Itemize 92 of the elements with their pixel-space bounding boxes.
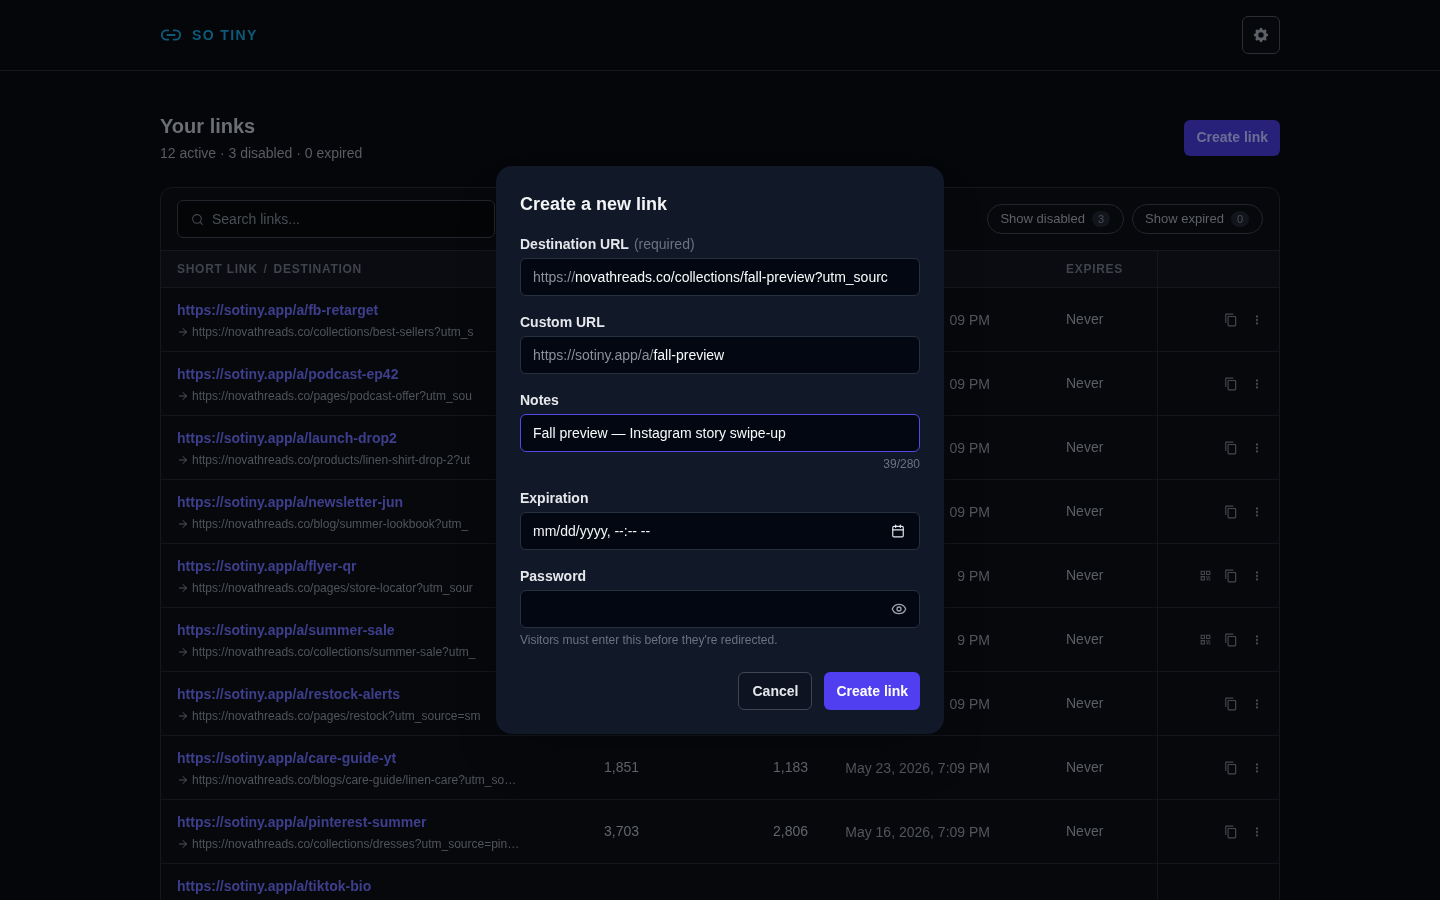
copy-icon[interactable] — [1224, 376, 1238, 391]
date-time-field[interactable]: mm/dd/yyyy, --:-- -- — [520, 512, 920, 550]
dialog-title: Create a new link — [520, 193, 668, 216]
brand-name[interactable]: SO TINY — [192, 24, 258, 46]
settings-button[interactable] — [1242, 16, 1280, 54]
copy-icon[interactable] — [1224, 824, 1238, 839]
expiry-value: Never — [1066, 630, 1104, 649]
copy-icon[interactable] — [1224, 504, 1238, 519]
short-link[interactable]: https://sotiny.app/a/care-guide-yt — [177, 748, 397, 768]
destination-url: https://novathreads.co/products/linen-shirt-drop-2?ut — [192, 452, 471, 468]
unique-count: 2,806 — [772, 822, 808, 841]
arrow-right-icon — [177, 518, 189, 530]
arrow-right-icon — [177, 390, 189, 402]
copy-icon[interactable] — [1224, 760, 1238, 775]
url-field[interactable]: https://sotiny.app/a/fall-preview — [520, 336, 920, 374]
copy-icon[interactable] — [1224, 632, 1238, 647]
required-note: (required) — [633, 235, 695, 254]
short-link[interactable]: https://sotiny.app/a/fb-retarget — [177, 300, 379, 320]
copy-icon[interactable] — [1224, 696, 1238, 711]
copy-icon[interactable] — [1224, 312, 1238, 327]
destination-url: https://novathreads.co/pages/store-locator?utm_sour — [192, 580, 473, 596]
count-badge: 3 — [1091, 211, 1111, 227]
expiry-value: Never — [1066, 566, 1104, 585]
created-date: 09 PM — [949, 375, 990, 392]
cancel-button[interactable]: Cancel — [738, 672, 813, 710]
copy-icon[interactable] — [1224, 568, 1238, 583]
created-date: 09 PM — [949, 503, 990, 520]
qr-code-icon[interactable] — [1199, 633, 1212, 646]
destination-url: https://novathreads.co/blogs/care-guide/linen-care?utm_so… — [192, 772, 517, 788]
submit-button[interactable]: Create link — [824, 672, 920, 710]
created-date: 9 PM — [957, 631, 990, 648]
qr-code-icon[interactable] — [1199, 569, 1212, 582]
short-link[interactable]: https://sotiny.app/a/tiktok-bio — [177, 876, 372, 896]
arrow-right-icon — [177, 646, 189, 658]
destination-url: https://novathreads.co/collections/summer-sale?utm_ — [192, 644, 476, 660]
arrow-right-icon — [177, 582, 189, 594]
copy-icon[interactable] — [1224, 440, 1238, 455]
destination-url: https://novathreads.co/collections/best-sellers?utm_s — [192, 324, 474, 340]
expiry-value: Never — [1066, 310, 1104, 329]
notes-field[interactable]: Fall preview — Instagram story swipe-up — [520, 414, 920, 452]
links-summary: 12 active · 3 disabled · 0 expired — [160, 144, 363, 163]
character-count: 39/280 — [883, 456, 920, 472]
short-link[interactable]: https://sotiny.app/a/restock-alerts — [177, 684, 400, 704]
password-field[interactable] — [520, 590, 920, 628]
created-date: 09 PM — [949, 695, 990, 712]
short-link[interactable]: https://sotiny.app/a/podcast-ep42 — [177, 364, 399, 384]
expiry-value: Never — [1066, 694, 1104, 713]
field-label: Notes — [520, 391, 559, 410]
created-date: May 23, 2026, 7:09 PM — [845, 759, 990, 776]
search-icon — [191, 212, 204, 226]
destination-url: https://novathreads.co/pages/restock?utm_source=sm — [192, 708, 481, 724]
arrow-right-icon — [177, 838, 189, 850]
short-link[interactable]: https://sotiny.app/a/pinterest-summer — [177, 812, 427, 832]
header-separator: / — [263, 261, 268, 278]
arrow-right-icon — [177, 710, 189, 722]
column-header: DESTINATION — [273, 261, 362, 278]
page-title: Your links — [160, 114, 257, 139]
short-link[interactable]: https://sotiny.app/a/newsletter-jun — [177, 492, 404, 512]
short-link[interactable]: https://sotiny.app/a/summer-sale — [177, 620, 395, 640]
eye-icon[interactable] — [891, 601, 907, 617]
field-label: Password — [520, 567, 587, 586]
field-label: Destination URL — [520, 235, 629, 254]
short-link[interactable]: https://sotiny.app/a/launch-drop2 — [177, 428, 397, 448]
created-date: 09 PM — [949, 439, 990, 456]
column-header: EXPIRES — [1066, 261, 1124, 278]
destination-url: https://novathreads.co/collections/dresses?utm_source=pin… — [192, 836, 520, 852]
create-link-button[interactable]: Create link — [1184, 119, 1280, 156]
created-date: 9 PM — [957, 567, 990, 584]
search-field[interactable]: Search links... — [177, 200, 495, 238]
column-header: SHORT LINK — [177, 261, 258, 278]
arrow-right-icon — [177, 326, 189, 338]
expiry-value: Never — [1066, 822, 1104, 841]
expiry-value: Never — [1066, 374, 1104, 393]
created-date: 09 PM — [949, 311, 990, 328]
click-count: 3,703 — [604, 822, 640, 841]
short-link[interactable]: https://sotiny.app/a/flyer-qr — [177, 556, 357, 576]
destination-url: https://novathreads.co/pages/podcast-offer?utm_sou — [192, 388, 472, 404]
arrow-right-icon — [177, 454, 189, 466]
expiry-value: Never — [1066, 438, 1104, 457]
field-label: Custom URL — [520, 313, 605, 332]
unique-count: 1,183 — [772, 758, 808, 777]
url-field[interactable]: https://novathreads.co/collections/fall-preview?utm_sourc — [520, 258, 920, 296]
field-label: Expiration — [520, 489, 589, 508]
settings-icon — [1252, 26, 1270, 44]
expiry-value: Never — [1066, 758, 1104, 777]
created-date: May 16, 2026, 7:09 PM — [845, 823, 990, 840]
expiry-value: Never — [1066, 502, 1104, 521]
destination-url: https://novathreads.co/blog/summer-lookbook?utm_ — [192, 516, 469, 532]
click-count: 1,851 — [604, 758, 640, 777]
calendar-icon[interactable] — [891, 524, 905, 538]
arrow-right-icon — [177, 774, 189, 786]
field-hint: Visitors must enter this before they're redirected. — [520, 632, 778, 648]
